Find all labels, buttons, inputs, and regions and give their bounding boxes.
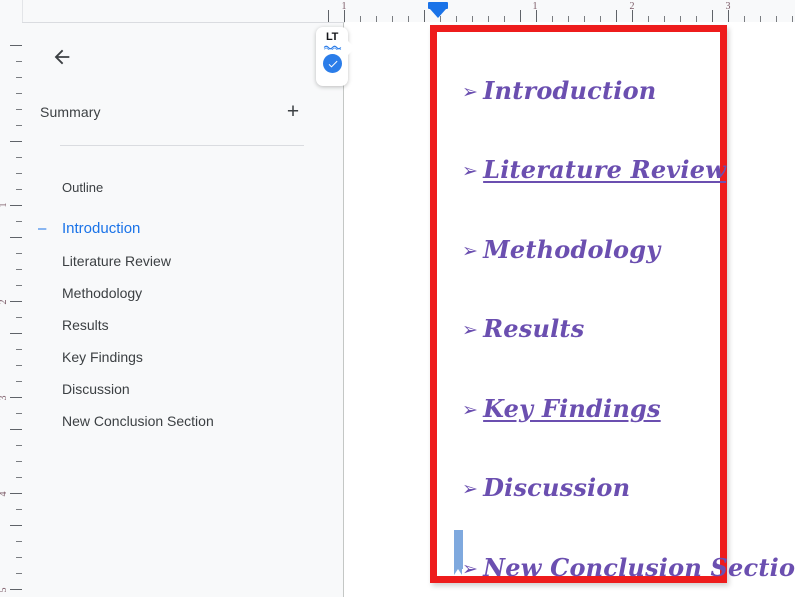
outline-item-label: Introduction bbox=[62, 220, 141, 237]
bullet-arrow-icon: ➢ bbox=[462, 399, 479, 421]
ruler-number: 1 bbox=[0, 203, 9, 208]
ruler-tick bbox=[10, 205, 22, 206]
collapse-dash-icon[interactable]: – bbox=[38, 213, 46, 245]
ruler-tick bbox=[10, 237, 22, 238]
languagetool-logo-text: LT bbox=[325, 31, 339, 43]
add-summary-button[interactable]: + bbox=[282, 101, 304, 122]
ruler-tick bbox=[328, 10, 329, 22]
outline-item-label: Literature Review bbox=[62, 253, 171, 269]
ruler-number: 2 bbox=[0, 300, 9, 305]
ruler-tick bbox=[10, 397, 22, 398]
check-circle-icon bbox=[328, 60, 337, 67]
ruler-tick bbox=[10, 589, 22, 590]
outline-item-label: Results bbox=[62, 317, 109, 333]
sidebar-item-new-conclusion-section[interactable]: New Conclusion Section bbox=[46, 405, 346, 437]
sidebar-item-literature-review[interactable]: Literature Review bbox=[46, 245, 346, 277]
ruler-tick bbox=[10, 45, 22, 46]
ruler-tick bbox=[10, 301, 22, 302]
outline-item-label: New Conclusion Section bbox=[62, 413, 214, 429]
document-bullet-line[interactable]: ➢ Results bbox=[462, 314, 584, 343]
ruler-tick bbox=[424, 10, 425, 22]
ruler-number: 1 bbox=[532, 1, 538, 12]
document-bullet-line[interactable]: ➢ Methodology bbox=[462, 235, 660, 264]
vertical-ruler[interactable]: 1 2 3 4 5 bbox=[0, 0, 23, 597]
sidebar-item-key-findings[interactable]: Key Findings bbox=[46, 341, 346, 373]
ruler-tick bbox=[10, 493, 22, 494]
ruler-tick bbox=[10, 429, 22, 430]
document-body[interactable]: ➢ Introduction ➢ Literature Review ➢ Methodol… bbox=[440, 28, 795, 582]
ruler-tick bbox=[10, 525, 22, 526]
bullet-arrow-icon: ➢ bbox=[462, 478, 479, 500]
ruler-tick bbox=[10, 333, 22, 334]
bullet-arrow-icon: ➢ bbox=[462, 558, 479, 580]
indent-marker-triangle bbox=[430, 9, 446, 18]
languagetool-widget[interactable]: LT bbox=[316, 27, 355, 86]
document-bullet-line[interactable]: ➢ Introduction bbox=[462, 76, 656, 105]
document-heading-text: Key Findings bbox=[483, 394, 661, 423]
ruler-number: 3 bbox=[0, 396, 9, 401]
ruler-number: 1 bbox=[341, 1, 347, 12]
document-heading-text: Methodology bbox=[483, 235, 661, 264]
ruler-tick bbox=[520, 10, 521, 22]
indent-marker-bar bbox=[428, 2, 448, 9]
outline-item-label: Key Findings bbox=[62, 349, 143, 365]
document-bullet-line[interactable]: ➢ New Conclusion Section bbox=[462, 553, 795, 582]
outline-item-label: Methodology bbox=[62, 285, 143, 301]
text-cursor bbox=[454, 530, 463, 575]
bullet-arrow-icon: ➢ bbox=[462, 81, 479, 103]
wavy-underline-icon bbox=[323, 45, 342, 50]
document-heading-text: Results bbox=[483, 314, 585, 343]
ruler-tick bbox=[712, 10, 713, 22]
back-button[interactable] bbox=[42, 37, 82, 77]
outline-item-label: Discussion bbox=[62, 381, 130, 397]
arrow-left-icon bbox=[54, 49, 70, 65]
outline-sidebar: Summary + Outline – Introduction Literatur… bbox=[22, 22, 344, 597]
outline-list: – Introduction Literature Review Methodolog… bbox=[38, 213, 346, 437]
ruler-tick bbox=[616, 10, 617, 22]
ruler-number: 3 bbox=[725, 1, 731, 12]
summary-row: Summary + bbox=[40, 101, 304, 122]
sidebar-item-discussion[interactable]: Discussion bbox=[46, 373, 346, 405]
sidebar-item-results[interactable]: Results bbox=[46, 309, 346, 341]
document-heading-text: New Conclusion Section bbox=[483, 553, 795, 582]
sidebar-item-introduction[interactable]: – Introduction bbox=[38, 213, 346, 245]
horizontal-ruler[interactable]: 1 1 2 3 bbox=[0, 0, 795, 23]
document-heading-text: Introduction bbox=[483, 76, 657, 105]
bullet-arrow-icon: ➢ bbox=[462, 319, 479, 341]
document-heading-text: Discussion bbox=[483, 473, 631, 502]
languagetool-status-button[interactable] bbox=[323, 54, 342, 73]
bullet-arrow-icon: ➢ bbox=[462, 240, 479, 262]
document-bullet-line[interactable]: ➢ Key Findings bbox=[462, 394, 661, 423]
summary-label: Summary bbox=[40, 103, 101, 120]
ruler-number: 2 bbox=[629, 1, 635, 12]
ruler-tick bbox=[10, 141, 22, 142]
summary-divider bbox=[60, 145, 304, 146]
document-bullet-line[interactable]: ➢ Discussion bbox=[462, 473, 630, 502]
ruler-number: 4 bbox=[0, 492, 9, 497]
languagetool-pointer bbox=[347, 40, 355, 56]
document-bullet-line[interactable]: ➢ Literature Review bbox=[462, 155, 726, 184]
document-heading-text: Literature Review bbox=[483, 155, 727, 184]
sidebar-item-methodology[interactable]: Methodology bbox=[46, 277, 346, 309]
bullet-arrow-icon: ➢ bbox=[462, 160, 479, 182]
ruler-number: 5 bbox=[0, 588, 9, 593]
outline-heading: Outline bbox=[62, 180, 104, 195]
